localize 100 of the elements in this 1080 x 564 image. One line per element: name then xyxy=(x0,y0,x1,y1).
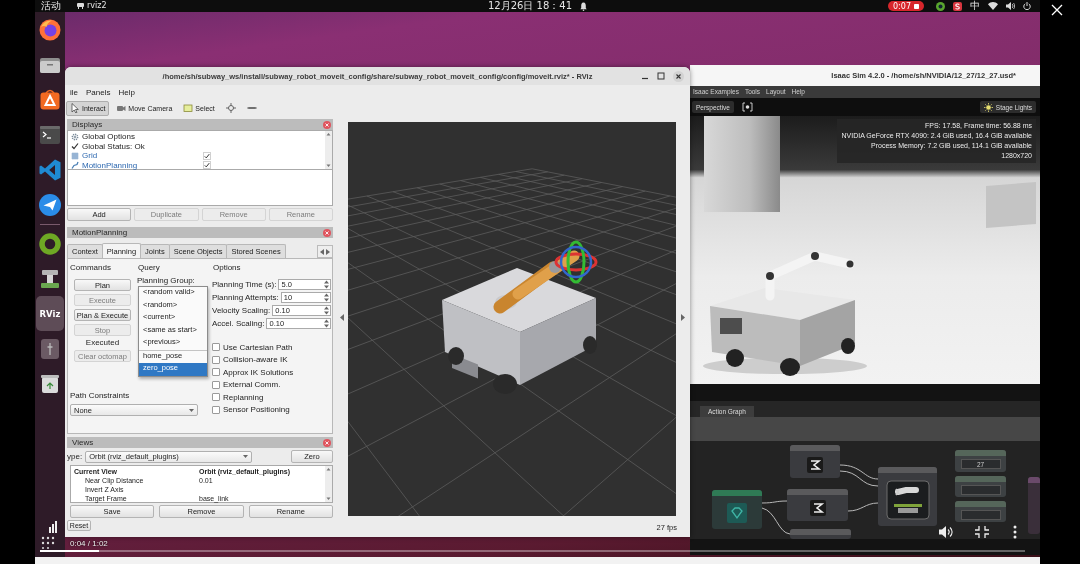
graph-node[interactable] xyxy=(790,529,851,539)
node-header xyxy=(1028,477,1040,483)
tree-item[interactable]: MotionPlanning xyxy=(82,160,200,170)
spinner-arrows-icon xyxy=(324,293,329,302)
field-label: Planning Group: xyxy=(137,277,196,285)
dock-item[interactable]: RViz xyxy=(36,296,64,331)
section-label: Query xyxy=(137,263,161,272)
ribbon-icon xyxy=(38,157,62,182)
graph-node[interactable] xyxy=(955,476,1006,497)
graph-node[interactable] xyxy=(790,445,840,478)
fox-globe-icon xyxy=(38,17,62,42)
spinner-arrows-icon xyxy=(324,306,329,315)
checkbox-label: Approx IK Solutions xyxy=(223,367,294,377)
node-header xyxy=(712,490,762,496)
collapse-arrow-icon[interactable] xyxy=(339,314,344,321)
arm-icon xyxy=(71,161,79,170)
recording-button[interactable]: 0:07 xyxy=(888,1,924,11)
option-label: Planning Time (s): xyxy=(212,280,277,289)
power-icon[interactable] xyxy=(1023,2,1031,10)
option-label: Accel. Scaling: xyxy=(212,319,265,328)
clock[interactable]: 12月26日 18：41 xyxy=(487,0,573,12)
scrollbar[interactable] xyxy=(325,131,332,169)
graph-edge xyxy=(847,502,879,512)
fullscreen-icon[interactable] xyxy=(974,525,990,539)
selection-icon xyxy=(183,103,194,113)
node-header xyxy=(955,501,1006,507)
robot-arm-icon xyxy=(885,479,930,520)
sun-icon xyxy=(983,102,993,112)
status-label: Executed xyxy=(84,338,121,347)
scrollbar[interactable] xyxy=(325,466,332,502)
tree-item[interactable]: Global Status: Ok xyxy=(82,141,200,151)
graph-node[interactable] xyxy=(787,489,848,521)
checkbox[interactable] xyxy=(212,343,220,352)
expand-arrow-icon[interactable] xyxy=(681,314,685,321)
section-label: Options xyxy=(212,263,242,272)
sigma-tile-icon xyxy=(809,500,826,516)
graph-node[interactable] xyxy=(712,490,762,529)
tree-item[interactable]: Grid xyxy=(82,151,200,161)
checkbox[interactable] xyxy=(212,355,220,364)
pose-marker-drawing xyxy=(554,240,598,284)
menu-item[interactable]: Help xyxy=(114,86,139,98)
wifi-icon[interactable] xyxy=(988,2,998,10)
checkbox[interactable] xyxy=(212,380,220,389)
bars-icon[interactable] xyxy=(40,521,58,549)
cursor-icon xyxy=(70,103,80,113)
bag-icon xyxy=(38,87,62,112)
checkbox-label: Sensor Positioning xyxy=(223,405,290,415)
app-indicator-icon xyxy=(77,3,84,9)
volume-icon[interactable] xyxy=(1006,2,1015,10)
checkbox-label: Replanning xyxy=(223,392,264,402)
close-icon[interactable] xyxy=(1050,3,1064,17)
bird-icon xyxy=(38,192,62,217)
checkbox[interactable] xyxy=(212,368,220,377)
graph-edge xyxy=(761,500,788,504)
scroll-left-icon[interactable] xyxy=(320,248,324,255)
tray-app-icon[interactable] xyxy=(936,1,945,11)
panel-title: MotionPlanning xyxy=(72,227,128,238)
value-field xyxy=(960,484,1001,495)
node-header xyxy=(787,489,848,495)
caret-icon xyxy=(243,455,249,458)
viewfinder-icon[interactable] xyxy=(741,102,753,112)
tray-app-icon[interactable] xyxy=(953,1,962,11)
spinner-arrows-icon xyxy=(324,319,329,328)
graph-edge xyxy=(761,507,791,535)
gear-icon xyxy=(71,132,79,141)
camera-icon xyxy=(116,103,127,113)
checkbox[interactable] xyxy=(203,151,211,160)
value-field xyxy=(960,509,1001,520)
spinner-arrows-icon xyxy=(324,280,329,289)
checkbox[interactable] xyxy=(212,393,220,402)
graph-edge xyxy=(839,464,879,480)
checkbox[interactable] xyxy=(203,161,211,170)
node-header xyxy=(955,450,1006,456)
checkbox[interactable] xyxy=(212,405,220,414)
checkbox-label: External Comm. xyxy=(223,380,281,390)
graph-node[interactable] xyxy=(955,501,1006,522)
graph-node[interactable] xyxy=(1028,477,1040,534)
bell-icon[interactable] xyxy=(580,1,588,11)
more-icon[interactable] xyxy=(1013,525,1017,539)
node-header xyxy=(790,445,840,451)
activities-button[interactable]: 活动 xyxy=(41,0,61,12)
graph-node[interactable] xyxy=(878,467,937,526)
sigma-tile-icon xyxy=(807,456,823,473)
tile-icon xyxy=(38,336,62,361)
close-icon[interactable] xyxy=(673,70,684,82)
volume-icon[interactable] xyxy=(938,525,954,539)
app-menu[interactable]: rviz2 xyxy=(77,0,107,12)
maximize-icon[interactable] xyxy=(657,72,665,80)
menu-item[interactable]: Panels xyxy=(82,86,115,98)
section-label: Commands xyxy=(69,263,112,272)
gem-icon xyxy=(727,502,747,523)
caret-icon xyxy=(189,408,194,412)
node-header xyxy=(955,476,1006,482)
menu-item[interactable]: ile xyxy=(66,86,82,98)
scroll-right-icon[interactable] xyxy=(326,248,330,255)
ring-icon xyxy=(38,231,62,256)
panel-title: Views xyxy=(72,437,94,448)
checkbox-label: Collision-aware IK xyxy=(223,355,288,365)
input-method-indicator[interactable]: 中 xyxy=(970,0,980,12)
tree-item[interactable]: Global Options xyxy=(82,132,200,142)
